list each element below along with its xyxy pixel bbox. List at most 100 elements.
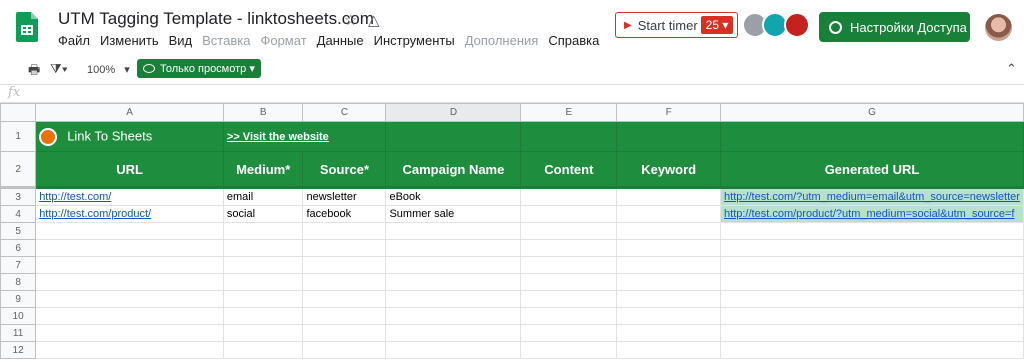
timer-count-dropdown[interactable]: 25 ▾ [701,16,733,34]
spreadsheet-grid[interactable]: A B C D E F G 1 Link To Sheets >> Visit … [0,103,1024,359]
column-header-f[interactable]: F [616,103,722,122]
url-link[interactable]: http://test.com/product/ [39,208,151,220]
header-cell-campaign[interactable]: Campaign Name [385,151,522,189]
generated-url-link[interactable]: http://test.com/?utm_medium=email&utm_so… [724,191,1020,203]
user-avatar[interactable] [985,14,1012,41]
cell-medium[interactable] [222,307,304,325]
cell-url[interactable] [35,256,224,274]
cell-content[interactable] [520,290,618,308]
menu-item[interactable]: Файл [58,33,90,48]
cell-url[interactable] [35,307,224,325]
header-cell-medium[interactable]: Medium* [222,151,304,189]
cell-source[interactable] [302,341,387,359]
cell-content[interactable] [520,324,618,342]
cell-source[interactable] [302,239,387,257]
cell-generated[interactable] [720,239,1024,257]
formula-bar[interactable] [0,84,1024,103]
cell-url[interactable] [35,273,224,291]
cell-content[interactable] [520,307,618,325]
column-header-e[interactable]: E [520,103,618,122]
cell-source[interactable] [302,256,387,274]
drive-status-icon[interactable]: △ [368,11,380,29]
zoom-select[interactable]: 100% ▾ [87,63,130,76]
cell-source[interactable] [302,222,387,240]
cell-content[interactable] [520,256,618,274]
cell-content[interactable] [520,187,618,206]
cell-campaign[interactable] [385,341,522,359]
cell-source[interactable] [302,307,387,325]
generated-url-link[interactable]: http://test.com/product/?utm_medium=soci… [724,208,1014,220]
cell-url[interactable] [35,222,224,240]
cell-generated[interactable] [720,290,1024,308]
cell-source[interactable]: facebook [302,205,387,223]
select-all-corner[interactable] [0,103,37,122]
menu-item[interactable]: Справка [548,33,599,48]
header-cell-url[interactable]: URL [35,151,224,189]
column-header-g[interactable]: G [720,103,1024,122]
sheets-logo-icon[interactable] [16,12,38,42]
cell-campaign[interactable] [385,307,522,325]
cell[interactable] [720,121,1024,152]
row-header[interactable]: 5 [0,222,37,240]
cell-url[interactable] [35,290,224,308]
cell[interactable] [520,121,618,152]
cell-campaign[interactable] [385,290,522,308]
cell-source[interactable] [302,273,387,291]
row-header[interactable]: 10 [0,307,37,325]
row-header[interactable]: 7 [0,256,37,274]
cell-url[interactable]: http://test.com/product/ [35,205,224,223]
cell-campaign[interactable] [385,239,522,257]
cell-source[interactable] [302,290,387,308]
star-icon[interactable]: ☆ [344,11,357,29]
row-header[interactable]: 1 [0,121,37,152]
cell-url[interactable] [35,239,224,257]
row-header[interactable]: 4 [0,205,37,223]
visit-website-link[interactable]: >> Visit the website [222,121,387,152]
row-header[interactable]: 12 [0,341,37,359]
menu-item[interactable]: Изменить [100,33,159,48]
print-icon[interactable]: 🖶 [28,61,40,83]
column-header-d[interactable]: D [385,103,522,122]
url-link[interactable]: http://test.com/ [39,191,111,203]
menu-item[interactable]: Данные [317,33,364,48]
cell-medium[interactable] [222,324,304,342]
header-cell-keyword[interactable]: Keyword [616,151,722,189]
cell-campaign[interactable] [385,222,522,240]
cell-content[interactable] [520,205,618,223]
cell-content[interactable] [520,273,618,291]
cell-generated[interactable] [720,341,1024,359]
cell-keyword[interactable] [616,239,722,257]
cell-keyword[interactable] [616,341,722,359]
cell[interactable] [385,121,522,152]
document-title[interactable]: UTM Tagging Template - linktosheets.com [58,9,374,29]
cell-medium[interactable] [222,222,304,240]
cell-generated[interactable]: http://test.com/product/?utm_medium=soci… [720,205,1024,223]
start-timer-button[interactable]: ▶ Start timer 25 ▾ [615,12,738,38]
cell-content[interactable] [520,341,618,359]
cell-medium[interactable] [222,273,304,291]
cell-medium[interactable] [222,239,304,257]
cell-url[interactable] [35,341,224,359]
row-header[interactable]: 9 [0,290,37,308]
cell-medium[interactable] [222,256,304,274]
column-header-b[interactable]: B [222,103,304,122]
cell-campaign[interactable]: eBook [385,187,522,206]
menu-item[interactable]: Вставка [202,33,250,48]
cell-medium[interactable]: email [222,187,304,206]
collaborator-avatar[interactable] [784,12,810,38]
cell-campaign[interactable] [385,256,522,274]
cell-source[interactable]: newsletter [302,187,387,206]
banner-title-cell[interactable]: Link To Sheets [35,121,224,152]
cell-keyword[interactable] [616,273,722,291]
cell-url[interactable]: http://test.com/ [35,187,224,206]
header-cell-content[interactable]: Content [520,151,618,189]
cell-medium[interactable]: social [222,205,304,223]
menu-item[interactable]: Дополнения [465,33,539,48]
cell-url[interactable] [35,324,224,342]
cell-medium[interactable] [222,290,304,308]
cell-content[interactable] [520,222,618,240]
menu-item[interactable]: Инструменты [374,33,455,48]
cell-generated[interactable]: http://test.com/?utm_medium=email&utm_so… [720,187,1024,206]
cell-campaign[interactable] [385,273,522,291]
menu-item[interactable]: Формат [260,33,306,48]
